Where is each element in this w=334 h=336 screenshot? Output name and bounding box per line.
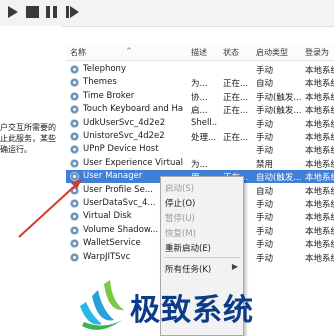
menu-item-label: 暂停(U) [165,214,195,224]
menu-item-label: 所有任务(K) [165,265,212,275]
menu-item-label: 停止(O) [165,199,196,209]
menu-separator [164,257,240,258]
watermark-logo-icon [80,280,124,330]
submenu-arrow-icon: ▶ [231,262,238,271]
watermark: 极致系统 [74,276,334,334]
menu-item-pause[interactable]: 暂停(U) [161,210,243,225]
menu-item-label: 恢复(M) [165,229,196,239]
menu-item-label: 重新启动(E) [165,244,212,254]
menu-item-all-tasks[interactable]: 所有任务(K) ▶ [161,261,243,276]
menu-item-resume[interactable]: 恢复(M) [161,225,243,240]
watermark-text: 极致系统 [130,293,254,328]
menu-item-stop[interactable]: 停止(O) [161,195,243,210]
menu-item-start[interactable]: 启动(S) [161,180,243,195]
menu-item-restart[interactable]: 重新启动(E) [161,240,243,255]
menu-item-label: 启动(S) [165,184,195,194]
